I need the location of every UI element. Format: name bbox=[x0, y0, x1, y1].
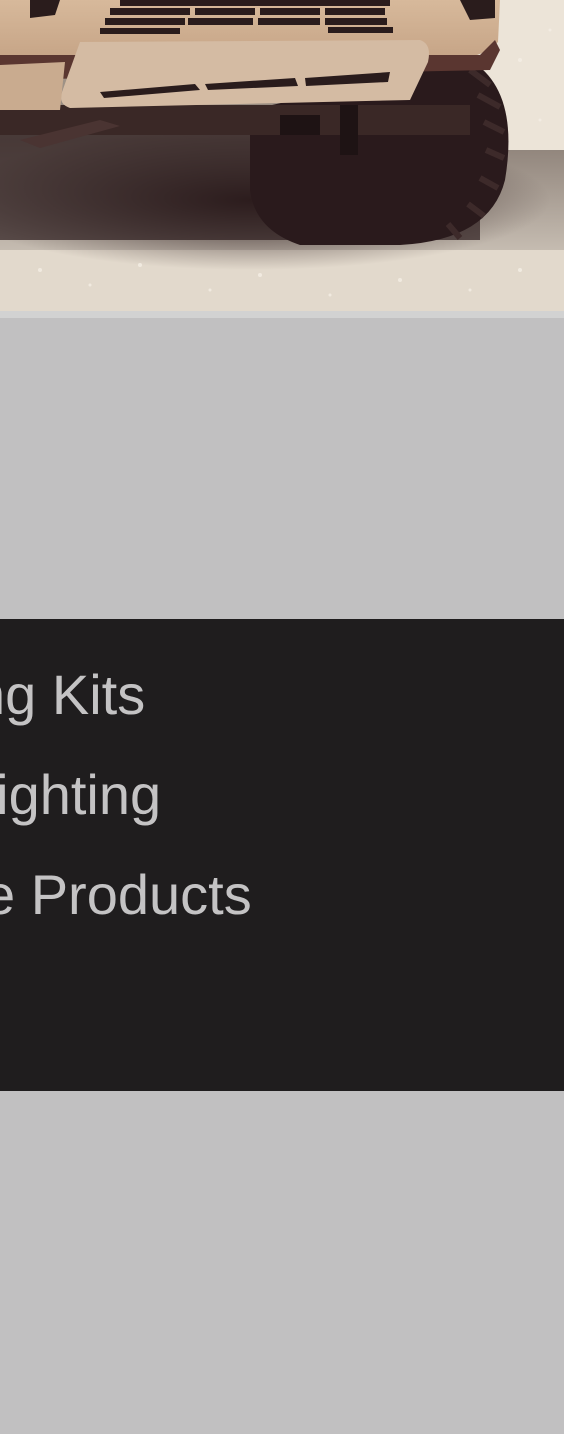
menu-item-lighting[interactable]: Lighting bbox=[0, 763, 161, 827]
category-menu: ng Kits Lighting ce Products bbox=[0, 619, 564, 1091]
hero-divider bbox=[0, 311, 564, 318]
menu-item-products[interactable]: ce Products bbox=[0, 863, 252, 927]
page: ng Kits Lighting ce Products bbox=[0, 0, 564, 1434]
menu-item-kits[interactable]: ng Kits bbox=[0, 663, 145, 727]
blank-section-bottom bbox=[0, 1091, 564, 1434]
hero-image bbox=[0, 0, 564, 311]
blank-section-top bbox=[0, 318, 564, 619]
truck-front-photo-icon bbox=[0, 0, 564, 311]
